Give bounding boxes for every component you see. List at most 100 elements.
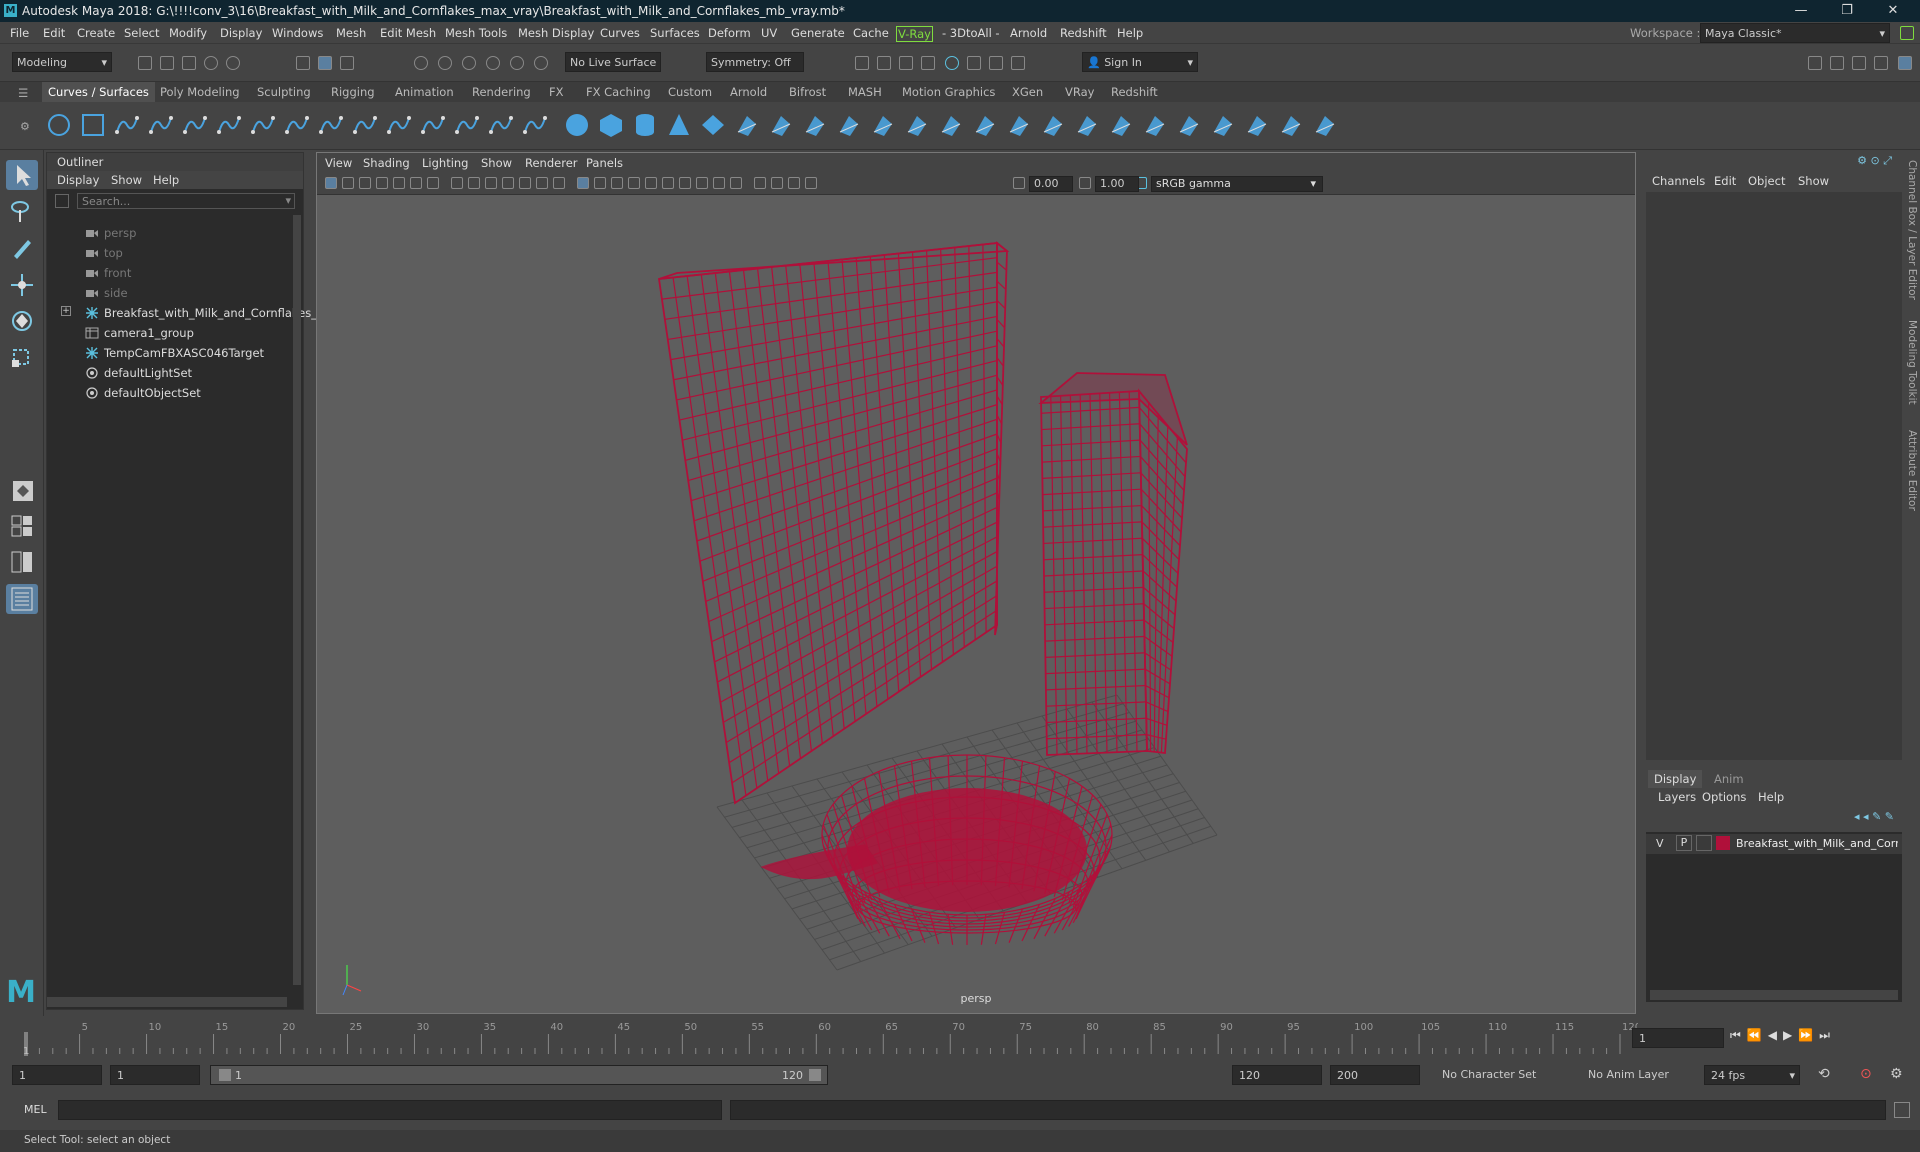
gamma-field[interactable]: 1.00: [1095, 176, 1139, 192]
workspace-dropdown[interactable]: Maya Classic* ▾: [1700, 23, 1890, 43]
snap-point-icon[interactable]: [462, 56, 476, 70]
menu-3dtoall[interactable]: - 3DtoAll -: [942, 26, 1000, 40]
camera-attributes-icon[interactable]: [359, 177, 371, 189]
auto-key-icon[interactable]: ⊙: [1860, 1066, 1872, 1082]
rotate-tool-icon[interactable]: [6, 306, 38, 336]
circle-icon[interactable]: [46, 112, 72, 138]
lock-icon[interactable]: [1900, 26, 1914, 40]
smooth-shade-icon[interactable]: [594, 177, 606, 189]
character-set-dropdown[interactable]: No Character Set: [1436, 1065, 1572, 1085]
snap-vertex-icon[interactable]: [534, 56, 548, 70]
sign-in-button[interactable]: 👤 Sign In ▾: [1082, 52, 1198, 72]
layer-tools-icons[interactable]: ◂ ◂ ✎ ✎: [1804, 810, 1894, 824]
outliner-menu-show[interactable]: Show: [111, 173, 142, 187]
layer-horizontal-scrollbar[interactable]: [1650, 990, 1898, 1000]
shadows-icon[interactable]: [662, 177, 674, 189]
hypershade-icon[interactable]: [945, 56, 959, 70]
snap-grid-icon[interactable]: [414, 56, 428, 70]
default-material-icon[interactable]: [611, 177, 623, 189]
ep-curve-icon[interactable]: [148, 112, 174, 138]
sphere-icon[interactable]: [564, 112, 590, 138]
loop-icon[interactable]: ⟲: [1818, 1066, 1830, 1082]
circle-arc-icon[interactable]: [386, 112, 412, 138]
tab-poly-modeling[interactable]: Poly Modeling: [160, 85, 240, 99]
tab-animation[interactable]: Animation: [395, 85, 454, 99]
render-frame-icon[interactable]: [877, 56, 891, 70]
animation-start-field[interactable]: 1: [12, 1065, 102, 1085]
undo-icon[interactable]: [204, 56, 218, 70]
maximize-button[interactable]: ❐: [1824, 0, 1870, 22]
viewport-menu-view[interactable]: View: [325, 156, 352, 170]
curve3-icon[interactable]: [352, 112, 378, 138]
outliner-horizontal-scrollbar[interactable]: [47, 997, 287, 1007]
tab-motion-graphics[interactable]: Motion Graphics: [902, 85, 995, 99]
tab-display[interactable]: Display: [1648, 770, 1703, 788]
menu-edit-mesh[interactable]: Edit Mesh: [380, 26, 436, 40]
cv-curve-icon[interactable]: [114, 112, 140, 138]
xray-components-icon[interactable]: [805, 177, 817, 189]
viewport-menu-show[interactable]: Show: [481, 156, 512, 170]
live-surface-field[interactable]: No Live Surface: [565, 52, 661, 72]
range-slider[interactable]: 1 120: [210, 1065, 828, 1085]
animation-end-field[interactable]: 200: [1330, 1065, 1420, 1085]
channel-box-area[interactable]: [1646, 192, 1902, 760]
script-editor-icon[interactable]: [1894, 1102, 1910, 1118]
menu-mesh-tools[interactable]: Mesh Tools: [445, 26, 507, 40]
range-start-handle[interactable]: [219, 1069, 231, 1081]
ipr-render-icon[interactable]: [899, 56, 913, 70]
viewport-menu-shading[interactable]: Shading: [363, 156, 410, 170]
tab-curves-surfaces[interactable]: Curves / Surfaces: [42, 82, 155, 102]
loft-icon[interactable]: [768, 112, 794, 138]
extend-icon[interactable]: [522, 112, 548, 138]
outliner-item[interactable]: front: [47, 263, 287, 283]
attach-icon[interactable]: [420, 112, 446, 138]
2d-pan-zoom-icon[interactable]: [410, 177, 422, 189]
playback-start-field[interactable]: 1: [110, 1065, 200, 1085]
layer-editor-icon[interactable]: [1898, 56, 1912, 70]
render-view-icon[interactable]: [855, 56, 869, 70]
outliner-item[interactable]: + Breakfast_with_Milk_and_Cornflakes_: [47, 303, 317, 323]
tab-anim[interactable]: Anim: [1714, 772, 1744, 786]
channel-box-icon[interactable]: [1874, 56, 1888, 70]
four-pane-layout-icon[interactable]: [6, 512, 38, 542]
tab-bifrost[interactable]: Bifrost: [789, 85, 826, 99]
viewport-menu-panels[interactable]: Panels: [586, 156, 623, 170]
tab-fx[interactable]: FX: [549, 85, 564, 99]
multisample-aa-icon[interactable]: [713, 177, 725, 189]
outliner-vertical-scrollbar[interactable]: [293, 215, 301, 985]
vray-render-icon[interactable]: [967, 56, 981, 70]
reverse-icon[interactable]: [1312, 112, 1338, 138]
cube-icon[interactable]: [598, 112, 624, 138]
lasso-tool-icon[interactable]: [6, 196, 38, 226]
attribute-editor-icon[interactable]: [1830, 56, 1844, 70]
outliner-item[interactable]: defaultLightSet: [47, 363, 287, 383]
safe-title-icon[interactable]: [553, 177, 565, 189]
menu-display[interactable]: Display: [220, 26, 262, 40]
modeling-toolkit-icon[interactable]: [1808, 56, 1822, 70]
paint-select-tool-icon[interactable]: [6, 232, 38, 262]
layers-menu-options[interactable]: Options: [1702, 790, 1746, 804]
motion-blur-icon[interactable]: [696, 177, 708, 189]
layer-color-swatch[interactable]: [1716, 836, 1730, 850]
command-input[interactable]: [58, 1100, 722, 1120]
exposure-field[interactable]: 0.00: [1029, 176, 1073, 192]
tab-arnold[interactable]: Arnold: [730, 85, 767, 99]
gate-mask-icon[interactable]: [502, 177, 514, 189]
snap-surface-icon[interactable]: [510, 56, 524, 70]
channels-menu-object[interactable]: Object: [1748, 174, 1785, 188]
menu-mesh[interactable]: Mesh: [336, 26, 366, 40]
filter-icon[interactable]: [55, 194, 69, 208]
menu-create[interactable]: Create: [77, 26, 115, 40]
select-tool-icon[interactable]: [6, 160, 38, 190]
bookmarks-icon[interactable]: [376, 177, 388, 189]
planar-icon[interactable]: [836, 112, 862, 138]
arc-icon[interactable]: [216, 112, 242, 138]
wireframe-icon[interactable]: [577, 177, 589, 189]
select-object-icon[interactable]: [318, 56, 332, 70]
detach-icon[interactable]: [454, 112, 480, 138]
curve-tool-icon[interactable]: [284, 112, 310, 138]
viewport-menu-lighting[interactable]: Lighting: [422, 156, 468, 170]
tab-fx-caching[interactable]: FX Caching: [586, 85, 651, 99]
outliner-item[interactable]: TempCamFBXASC046Target: [47, 343, 287, 363]
nurbs-cube-icon[interactable]: [938, 112, 964, 138]
